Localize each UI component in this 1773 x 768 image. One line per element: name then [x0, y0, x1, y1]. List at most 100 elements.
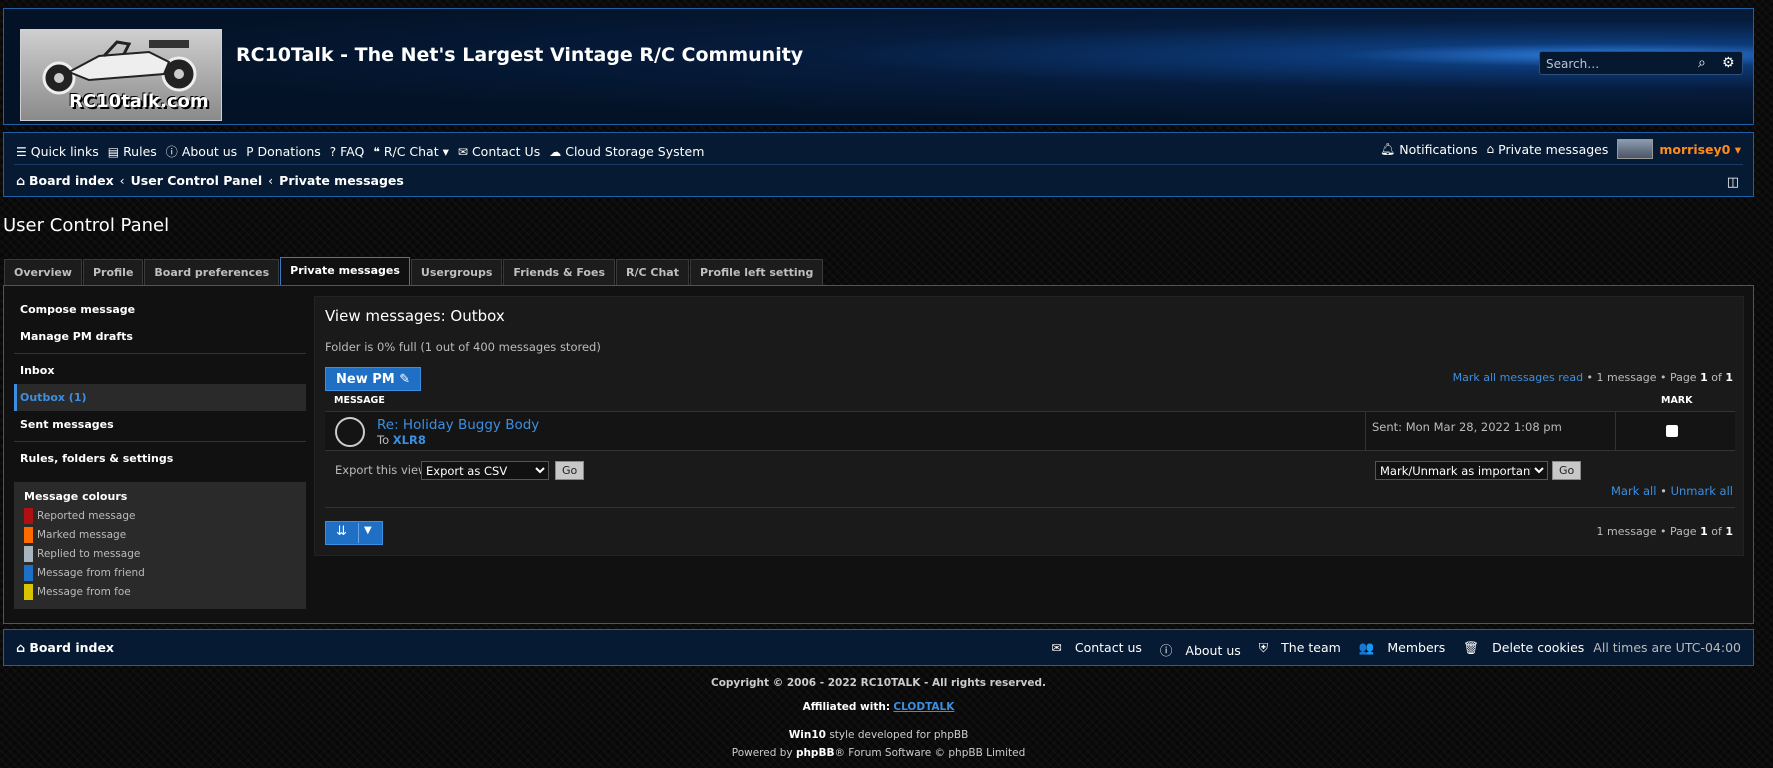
tab-private-messages[interactable]: Private messages [280, 257, 410, 286]
footer-members[interactable]: 👥 Members [1350, 640, 1446, 659]
mark-action-select[interactable]: Mark/Unmark as important [1375, 461, 1548, 480]
nav-rules[interactable]: ▤ Rules [108, 144, 157, 159]
chat-icon: ❝ [373, 144, 380, 159]
breadcrumb-board-index[interactable]: Board index [29, 173, 114, 188]
search-input[interactable] [1546, 55, 1696, 72]
question-icon: ? [329, 144, 337, 159]
legend-label: Replied to message [37, 547, 141, 560]
page-current: 1 [1700, 525, 1708, 538]
pm-label: Private messages [1498, 141, 1609, 157]
recipient-link[interactable]: XLR8 [393, 433, 426, 447]
tab-rc-chat[interactable]: R/C Chat [616, 259, 689, 286]
sidebar-item-drafts[interactable]: Manage PM drafts [14, 323, 306, 350]
swatch-foe [24, 583, 33, 600]
copyright-text: Copyright © 2006 - 2022 RC10TALK - All r… [710, 677, 1046, 689]
board-index-label: Board index [29, 640, 114, 655]
table-header: MESSAGE MARK [325, 393, 1735, 409]
sidebar-toggle-icon[interactable]: ◫ [1727, 175, 1739, 190]
mark-all-read-link[interactable]: Mark all messages read [1453, 371, 1583, 384]
footer-board-index[interactable]: ⌂ Board index [16, 640, 114, 655]
username-menu[interactable]: morrisey0 ▾ [1659, 142, 1741, 157]
nav-faq[interactable]: ? FAQ [330, 144, 365, 159]
tab-profile-left-setting[interactable]: Profile left setting [689, 259, 824, 286]
envelope-icon: ✉ [1051, 640, 1062, 655]
nav-label: Rules [123, 144, 157, 159]
nav-quick-links[interactable]: ☰ Quick links [16, 144, 99, 159]
sidebar-item-compose[interactable]: Compose message [14, 296, 306, 323]
to-label: To [377, 433, 390, 447]
legend-row: Message from friend [24, 563, 296, 582]
unmark-all-link[interactable]: Unmark all [1671, 484, 1733, 498]
affiliated-line: Affiliated with: CLODTALK [0, 701, 1757, 713]
message-colours-legend: Message colours Reported message Marked … [14, 482, 306, 609]
search-icon[interactable]: ⌕ [1698, 55, 1706, 71]
site-title[interactable]: RC10Talk - The Net's Largest Vintage R/C… [236, 44, 803, 66]
sort-options-button[interactable]: ⇊ ▼ [325, 521, 383, 545]
mark-checkbox[interactable] [1666, 425, 1678, 437]
gear-icon[interactable]: ⚙ [1722, 55, 1735, 71]
user-nav: 🔔︎ Notifications ⌂ Private messages morris… [1380, 139, 1741, 159]
nav-rc-chat[interactable]: ❝ R/C Chat ▾ [373, 144, 449, 159]
legend-label: Message from friend [37, 566, 145, 579]
nav-label: Donations [257, 144, 321, 159]
tab-board-preferences[interactable]: Board preferences [144, 259, 280, 286]
export-go-button[interactable]: Go [555, 461, 585, 480]
table-row: Re: Holiday Buggy Body To XLR8 Sent: Mon… [325, 411, 1735, 451]
footer-link-label: Delete cookies [1492, 640, 1585, 655]
footer-about-us[interactable]: ⓘ About us [1151, 640, 1241, 659]
tab-overview[interactable]: Overview [4, 259, 82, 286]
phpbb-link[interactable]: phpBB [796, 747, 835, 759]
read-status-icon [335, 417, 365, 447]
site-logo[interactable]: RC10talk.com [20, 29, 222, 121]
footer-the-team[interactable]: ⛨ The team [1250, 640, 1341, 659]
footer-delete-cookies[interactable]: 🗑 Delete cookies [1454, 640, 1584, 659]
notifications-link[interactable]: 🔔︎ Notifications [1380, 142, 1477, 157]
new-pm-button[interactable]: New PM ✎ [325, 367, 422, 391]
info-icon: ⓘ [165, 145, 178, 159]
export-select[interactable]: Export as CSV [421, 461, 549, 480]
nav-about-us[interactable]: ⓘ About us [166, 143, 237, 160]
footer-link-label: Contact us [1074, 640, 1142, 655]
shield-icon: ⛨ [1258, 640, 1269, 655]
pagination-top: Mark all messages read • 1 message • Pag… [1453, 371, 1733, 384]
private-messages-link[interactable]: ⌂ Private messages [1487, 142, 1609, 157]
sidebar-item-sent[interactable]: Sent messages [14, 411, 306, 438]
page-of: of [1711, 525, 1722, 538]
mark-all-link[interactable]: Mark all [1611, 484, 1656, 498]
clodtalk-link[interactable]: CLODTALK [893, 701, 954, 713]
info-icon: ⓘ [1159, 643, 1173, 658]
sidebar-item-outbox[interactable]: Outbox (1) [14, 384, 306, 411]
tab-profile[interactable]: Profile [82, 259, 144, 286]
breadcrumb-private-messages[interactable]: Private messages [279, 173, 404, 188]
nav-donations[interactable]: P Donations [246, 144, 321, 159]
mark-cell [1615, 412, 1735, 450]
tab-usergroups[interactable]: Usergroups [410, 259, 503, 286]
nav-contact-us[interactable]: ✉ Contact Us [458, 144, 540, 159]
logo-text: RC10talk.com [69, 91, 209, 112]
message-subject-link[interactable]: Re: Holiday Buggy Body [377, 417, 539, 433]
legend-row: Message from foe [24, 582, 296, 601]
mark-go-button[interactable]: Go [1552, 461, 1582, 480]
tab-friends-foes[interactable]: Friends & Foes [503, 259, 615, 286]
col-message: MESSAGE [334, 395, 385, 406]
pagination-text: • 1 message • Page [1586, 371, 1697, 384]
nav-label: Cloud Storage System [565, 144, 705, 159]
nav-label: R/C Chat ▾ [383, 144, 449, 159]
pagination-bottom: 1 message • Page 1 of 1 [1597, 525, 1733, 538]
nav-cloud-storage[interactable]: ☁ Cloud Storage System [549, 144, 704, 159]
breadcrumb: ⌂ Board index ‹ User Control Panel ‹ Pri… [16, 173, 404, 188]
chevron-left-icon: ‹ [268, 173, 274, 188]
book-icon: ▤ [107, 144, 120, 159]
sidebar-item-rules[interactable]: Rules, folders & settings [14, 445, 306, 472]
page-of: of [1711, 371, 1722, 384]
legend-row: Replied to message [24, 544, 296, 563]
nav-links: ☰ Quick links ▤ Rules ⓘ About us P Donations… [16, 143, 713, 160]
footer-contact-us[interactable]: ✉ Contact us [1042, 640, 1142, 659]
sort-icon: ⇊ [336, 524, 347, 539]
legend-label: Marked message [37, 528, 127, 541]
sidebar-item-inbox[interactable]: Inbox [14, 357, 306, 384]
bullet: • [1660, 484, 1667, 498]
timezone-text: All times are UTC-04:00 [1593, 640, 1741, 655]
avatar[interactable] [1617, 139, 1654, 159]
breadcrumb-ucp[interactable]: User Control Panel [131, 173, 263, 188]
